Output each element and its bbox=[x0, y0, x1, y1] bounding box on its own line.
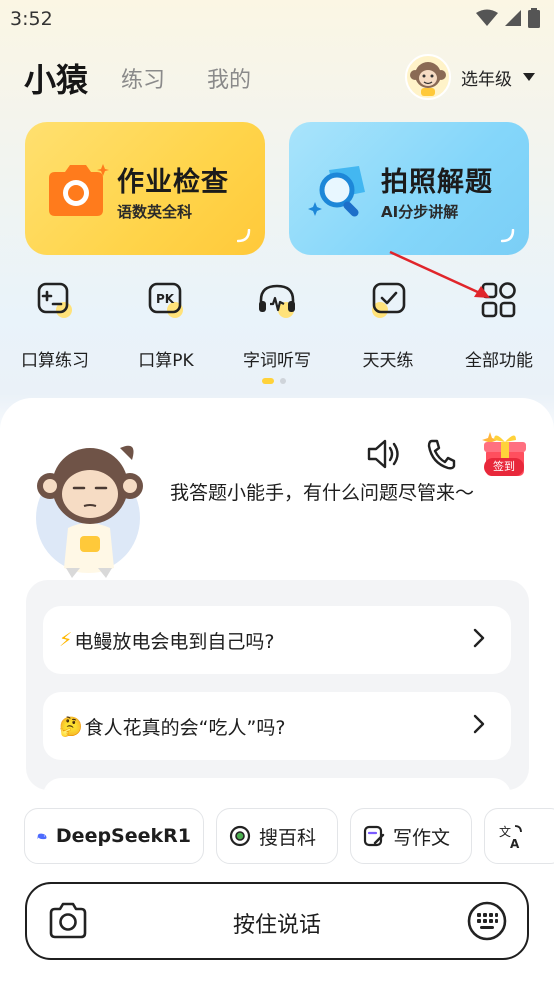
status-bar: 3:52 bbox=[0, 0, 554, 38]
chip-label: DeepSeekR1 bbox=[55, 825, 191, 847]
keyboard-icon[interactable] bbox=[467, 901, 507, 941]
status-icons bbox=[476, 8, 540, 28]
annotation-arrow bbox=[389, 250, 490, 298]
chip-encyclopedia[interactable]: 搜百科 bbox=[216, 808, 338, 864]
hold-to-talk-label: 按住说话 bbox=[232, 913, 321, 938]
wifi-icon bbox=[476, 9, 498, 26]
carousel-dot bbox=[280, 378, 286, 384]
func-oral-calc[interactable]: 口算练习 bbox=[0, 280, 110, 371]
photo-solve-card[interactable]: 拍照解题 AI分步讲解 bbox=[289, 122, 529, 255]
corner-arc-icon bbox=[501, 229, 515, 243]
camera-icon bbox=[49, 164, 109, 216]
chip-translate[interactable]: 文 A bbox=[484, 808, 554, 864]
phone-icon[interactable] bbox=[426, 438, 456, 470]
func-label: 口算练习 bbox=[21, 351, 89, 371]
caret-down-icon bbox=[523, 73, 535, 81]
monkey-avatar-icon bbox=[410, 62, 446, 96]
signal-icon bbox=[505, 10, 521, 26]
func-label: 全部功能 bbox=[465, 351, 533, 371]
question-emoji: 🤔 bbox=[59, 715, 83, 738]
chip-label: 搜百科 bbox=[259, 826, 317, 849]
calculator-card-icon bbox=[37, 282, 72, 318]
card-subtitle: 语数英全科 bbox=[117, 203, 193, 221]
func-label: 字词听写 bbox=[243, 351, 311, 371]
corner-arc-icon bbox=[237, 229, 251, 243]
question-item-partial[interactable] bbox=[43, 778, 511, 790]
chip-essay[interactable]: 写作文 bbox=[350, 808, 472, 864]
carousel-dot-active bbox=[262, 378, 274, 384]
quick-chips: DeepSeekR1 搜百科 写作文 文 A bbox=[24, 808, 554, 864]
assistant-greeting: 我答题小能手，有什么问题尽管来～ bbox=[170, 482, 475, 504]
svg-text:A: A bbox=[510, 837, 520, 850]
carousel-indicator bbox=[262, 378, 286, 384]
status-time: 3:52 bbox=[10, 8, 53, 30]
battery-icon bbox=[528, 8, 540, 28]
speaker-icon[interactable] bbox=[366, 438, 402, 470]
chevron-right-icon bbox=[473, 714, 485, 734]
chip-label: 写作文 bbox=[393, 826, 451, 849]
avatar[interactable] bbox=[405, 54, 451, 100]
card-title: 作业检查 bbox=[117, 167, 229, 198]
top-header: 小猿 练习 我的 选年级 bbox=[0, 50, 554, 106]
question-text: 电鳗放电会电到自己吗? bbox=[74, 630, 275, 653]
pk-icon: PK bbox=[148, 282, 183, 318]
tab-mine[interactable]: 我的 bbox=[207, 62, 251, 94]
headphones-icon bbox=[259, 284, 295, 318]
question-emoji: ⚡ bbox=[59, 629, 73, 651]
card-title: 拍照解题 bbox=[381, 167, 493, 198]
whale-icon bbox=[37, 833, 47, 840]
translate-icon: 文 A bbox=[499, 824, 522, 850]
checkin-button[interactable]: 签到 bbox=[480, 428, 528, 480]
monkey-mascot bbox=[36, 445, 143, 578]
pen-doc-icon bbox=[363, 825, 385, 847]
svg-text:PK: PK bbox=[156, 292, 175, 306]
func-label: 天天练 bbox=[362, 351, 414, 371]
suggested-questions: ⚡ 电鳗放电会电到自己吗? 🤔 食人花真的会“吃人”吗? bbox=[26, 580, 529, 790]
func-oral-pk[interactable]: PK 口算PK bbox=[111, 280, 221, 371]
grade-selector[interactable]: 选年级 bbox=[405, 54, 536, 100]
target-icon bbox=[229, 825, 251, 847]
func-label: 口算PK bbox=[138, 351, 194, 371]
chip-deepseek[interactable]: DeepSeekR1 bbox=[24, 808, 204, 864]
chevron-right-icon bbox=[473, 628, 485, 648]
grade-label: 选年级 bbox=[461, 69, 512, 90]
question-text: 食人花真的会“吃人”吗? bbox=[84, 716, 286, 739]
tab-practice[interactable]: 练习 bbox=[121, 62, 165, 94]
tab-xiaoyuan[interactable]: 小猿 bbox=[24, 55, 88, 101]
assistant-actions: 签到 bbox=[366, 428, 528, 480]
homework-check-card[interactable]: 作业检查 语数英全科 bbox=[25, 122, 265, 255]
voice-input-bar[interactable]: 按住说话 bbox=[25, 882, 529, 960]
question-item[interactable]: 🤔 食人花真的会“吃人”吗? bbox=[43, 692, 511, 760]
card-subtitle: AI分步讲解 bbox=[381, 203, 459, 221]
func-dictation[interactable]: 字词听写 bbox=[222, 280, 332, 371]
magnifier-icon bbox=[308, 166, 365, 217]
checkin-badge: 签到 bbox=[484, 458, 524, 476]
question-item[interactable]: ⚡ 电鳗放电会电到自己吗? bbox=[43, 606, 511, 674]
